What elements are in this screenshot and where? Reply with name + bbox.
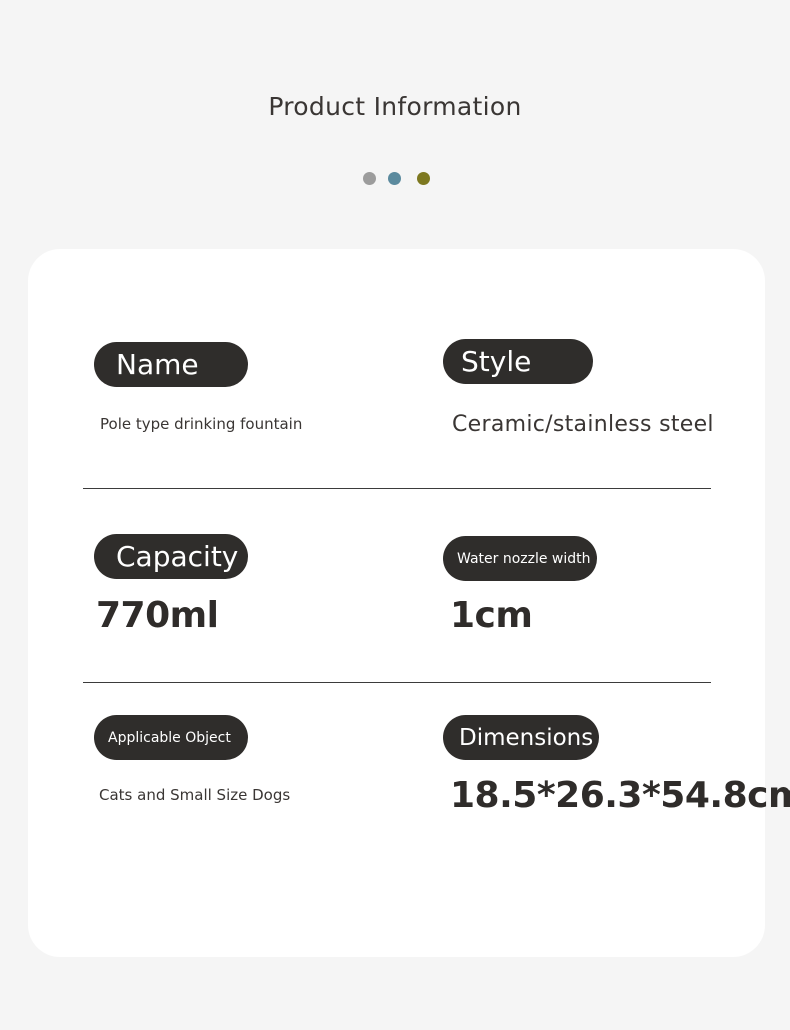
page-title: Product Information: [268, 92, 522, 121]
style-value: Ceramic/stainless steel: [452, 412, 714, 437]
capacity-value: 770ml: [96, 595, 219, 636]
name-label-pill: Name: [94, 340, 248, 391]
dimensions-label-pill: Dimensions: [443, 713, 599, 764]
divider: [83, 488, 711, 489]
divider: [83, 682, 711, 683]
style-label-pill: Style: [443, 337, 593, 388]
dimensions-value: 18.5*26.3*54.8cm: [450, 775, 790, 816]
capacity-label-pill: Capacity: [94, 532, 248, 583]
color-dot-olive: [417, 172, 430, 185]
product-info-card: Name Pole type drinking fountain Style C…: [28, 249, 790, 957]
color-dot-gray: [363, 172, 376, 185]
nozzle-label-pill: Water nozzle width: [443, 534, 597, 585]
nozzle-value: 1cm: [450, 595, 533, 636]
applicable-label-pill: Applicable Object: [94, 713, 248, 764]
name-value: Pole type drinking fountain: [100, 415, 303, 433]
color-dot-blue: [388, 172, 401, 185]
color-dots: [0, 172, 790, 186]
applicable-value: Cats and Small Size Dogs: [99, 786, 291, 804]
